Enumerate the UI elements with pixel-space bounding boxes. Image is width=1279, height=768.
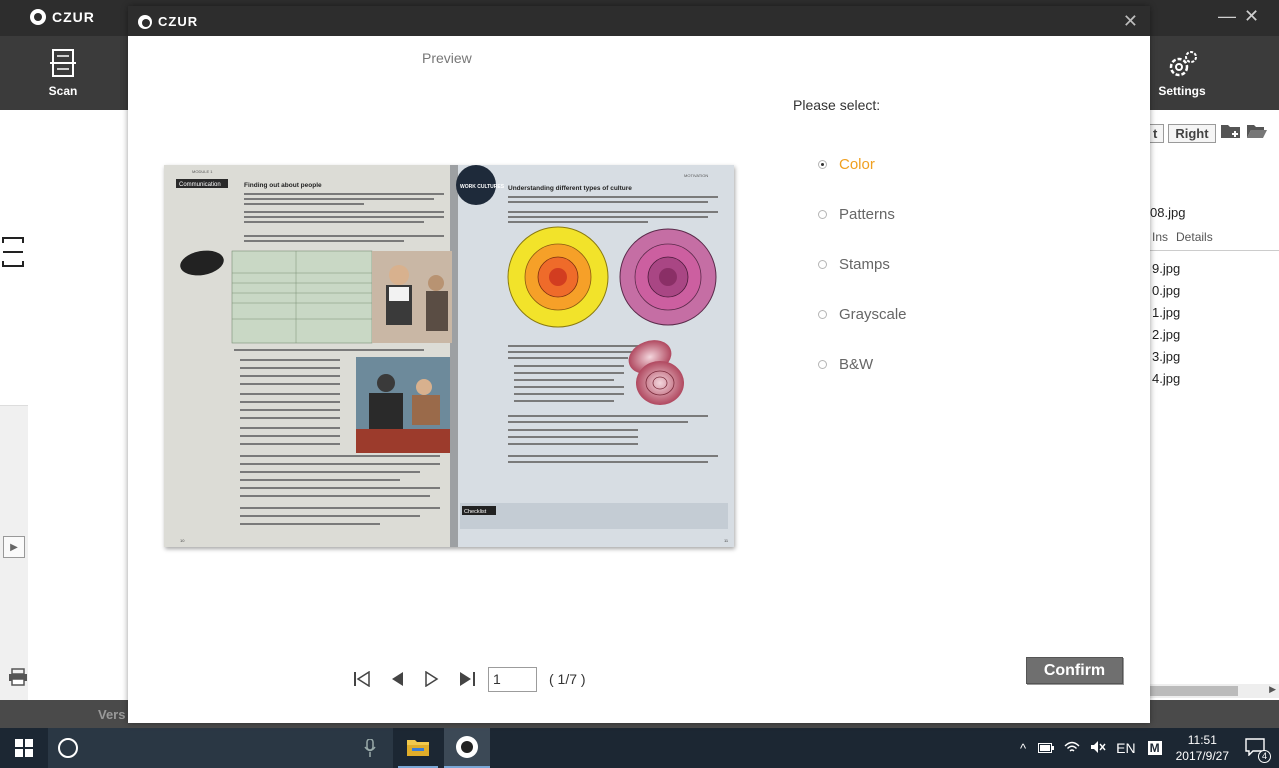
radio-bw[interactable] bbox=[818, 360, 827, 369]
app-logo: CZUR bbox=[30, 9, 95, 25]
option-stamps-label: Stamps bbox=[839, 256, 890, 273]
scan-label: Scan bbox=[48, 84, 78, 98]
czur-logo-icon bbox=[30, 9, 46, 25]
option-patterns-label: Patterns bbox=[839, 206, 895, 223]
dialog-close-icon[interactable]: ✕ bbox=[1123, 11, 1138, 32]
folder-add-icon[interactable] bbox=[1220, 122, 1242, 145]
page-number-input[interactable] bbox=[488, 666, 537, 692]
file-list: 9.jpg 0.jpg 1.jpg 2.jpg 3.jpg 4.jpg bbox=[1150, 258, 1279, 390]
first-page-icon bbox=[353, 671, 370, 687]
version-label: Vers bbox=[98, 707, 126, 722]
radio-stamps[interactable] bbox=[818, 260, 827, 269]
last-page-icon bbox=[459, 672, 475, 686]
last-page-button[interactable] bbox=[449, 666, 484, 692]
option-grayscale[interactable]: Grayscale bbox=[818, 306, 907, 323]
volume-muted-icon[interactable] bbox=[1090, 740, 1106, 757]
option-grayscale-label: Grayscale bbox=[839, 306, 907, 323]
preview-label: Preview bbox=[422, 50, 472, 66]
windows-taskbar: ^ EN M 11:51 2017/9/27 4 bbox=[0, 728, 1279, 768]
dialog-brand: CZUR bbox=[158, 14, 199, 29]
book-right-tag: MOTIVATION bbox=[684, 173, 708, 178]
wifi-icon[interactable] bbox=[1064, 740, 1080, 757]
book-left-title: Finding out about people bbox=[244, 182, 322, 189]
confirm-button[interactable]: Confirm bbox=[1026, 657, 1123, 684]
select-label: Please select: bbox=[793, 97, 881, 113]
gear-icon bbox=[1147, 46, 1217, 82]
tab-ins[interactable]: Ins bbox=[1152, 230, 1168, 244]
radio-patterns[interactable] bbox=[818, 210, 827, 219]
clock[interactable]: 11:51 2017/9/27 bbox=[1176, 732, 1229, 764]
czur-taskbar-icon[interactable] bbox=[444, 728, 490, 768]
option-bw[interactable]: B&W bbox=[818, 356, 873, 373]
language-indicator[interactable]: EN bbox=[1116, 740, 1135, 756]
next-page-button[interactable] bbox=[414, 666, 449, 692]
rotate-right-button[interactable]: Right bbox=[1168, 124, 1216, 143]
tab-details[interactable]: Details bbox=[1176, 230, 1213, 244]
cortana-search-box[interactable] bbox=[48, 728, 393, 768]
preview-dialog: CZUR ✕ Preview MODULE 1 Communication Fi… bbox=[128, 6, 1150, 723]
horizontal-scrollbar[interactable]: ▶ bbox=[1150, 684, 1279, 698]
app-left-strip: ▶ bbox=[0, 405, 28, 700]
option-color-label: Color bbox=[839, 156, 875, 173]
book-heading-tag: Communication bbox=[179, 182, 221, 188]
list-item[interactable]: 2.jpg bbox=[1150, 324, 1279, 346]
option-patterns[interactable]: Patterns bbox=[818, 206, 895, 223]
notification-icon[interactable]: 4 bbox=[1245, 737, 1271, 763]
list-item[interactable]: 4.jpg bbox=[1150, 368, 1279, 390]
notification-count: 4 bbox=[1258, 749, 1271, 763]
book-right-title: Understanding different types of culture bbox=[508, 185, 632, 192]
app-brand: CZUR bbox=[52, 9, 95, 25]
battery-icon[interactable] bbox=[1038, 741, 1055, 756]
option-stamps[interactable]: Stamps bbox=[818, 256, 890, 273]
preview-image: MODULE 1 Communication Finding out about… bbox=[164, 165, 734, 547]
book-badge: WORK CULTURES bbox=[460, 184, 505, 190]
file-tabs: Ins Details bbox=[1152, 230, 1213, 244]
folder-open-icon[interactable] bbox=[1246, 122, 1268, 145]
book-module: MODULE 1 bbox=[192, 169, 213, 174]
book-checklist: Checklist bbox=[464, 509, 487, 515]
scan-button[interactable]: Scan bbox=[28, 46, 98, 98]
first-page-button[interactable] bbox=[344, 666, 379, 692]
system-tray: ^ EN M 11:51 2017/9/27 4 bbox=[1020, 728, 1279, 768]
windows-logo-icon bbox=[15, 739, 33, 757]
prev-page-icon bbox=[391, 672, 403, 686]
close-icon[interactable]: ✕ bbox=[1244, 6, 1259, 27]
book-left-page-num: 10 bbox=[180, 538, 185, 543]
ime-indicator[interactable]: M bbox=[1147, 741, 1162, 755]
list-item[interactable]: 0.jpg bbox=[1150, 280, 1279, 302]
start-button[interactable] bbox=[0, 728, 48, 768]
prev-page-button[interactable] bbox=[379, 666, 414, 692]
list-item[interactable]: 9.jpg bbox=[1150, 258, 1279, 280]
cortana-icon bbox=[58, 738, 78, 758]
clock-date: 2017/9/27 bbox=[1175, 749, 1229, 763]
printer-icon[interactable] bbox=[8, 668, 28, 691]
czur-logo-icon bbox=[138, 14, 152, 29]
option-bw-label: B&W bbox=[839, 356, 874, 373]
minimize-icon[interactable]: — bbox=[1218, 6, 1236, 27]
option-color[interactable]: Color bbox=[818, 156, 875, 173]
list-item[interactable]: 3.jpg bbox=[1150, 346, 1279, 368]
list-item[interactable]: 1.jpg bbox=[1150, 302, 1279, 324]
dialog-titlebar: CZUR ✕ bbox=[128, 6, 1150, 36]
file-explorer-icon[interactable] bbox=[398, 728, 438, 768]
chevron-up-icon[interactable]: ^ bbox=[1020, 741, 1026, 756]
play-icon[interactable]: ▶ bbox=[3, 536, 25, 558]
next-page-icon bbox=[424, 671, 438, 687]
page-navigator: ( 1/7 ) bbox=[344, 666, 586, 692]
scan-icon bbox=[28, 46, 98, 82]
app-right-panel: t Right 08.jpg Ins Details 9.jpg 0.jpg 1… bbox=[1146, 110, 1279, 700]
clock-time: 11:51 bbox=[1187, 733, 1217, 747]
selected-file-name: 08.jpg bbox=[1150, 205, 1186, 220]
radio-grayscale[interactable] bbox=[818, 310, 827, 319]
settings-button[interactable]: Settings bbox=[1147, 46, 1217, 98]
settings-label: Settings bbox=[1158, 84, 1206, 98]
radio-color[interactable] bbox=[818, 160, 827, 169]
dialog-logo: CZUR bbox=[138, 14, 198, 29]
microphone-icon[interactable] bbox=[364, 738, 376, 762]
page-total: ( 1/7 ) bbox=[549, 671, 586, 687]
crop-icon[interactable] bbox=[2, 237, 24, 267]
